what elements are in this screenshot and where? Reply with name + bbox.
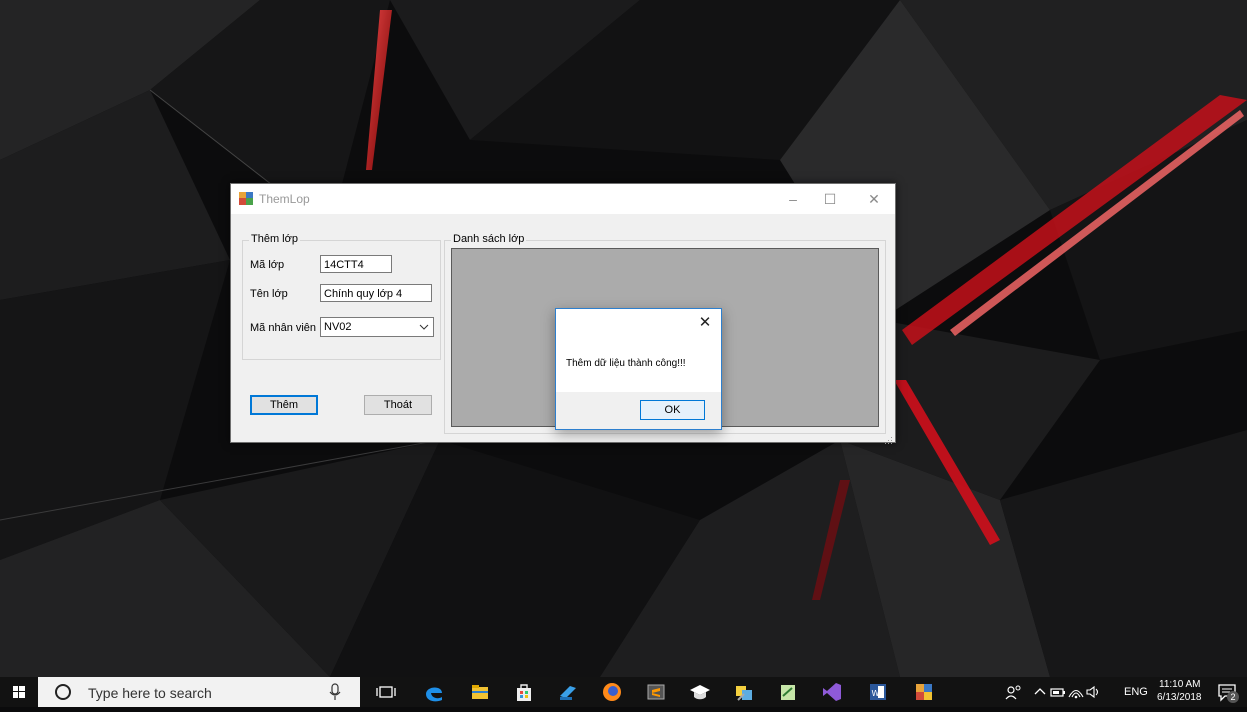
volume-icon[interactable] xyxy=(1082,680,1106,704)
minimize-icon[interactable]: – xyxy=(778,184,808,214)
graduation-cap-icon[interactable] xyxy=(688,680,712,704)
microphone-icon[interactable] xyxy=(328,683,342,706)
people-icon[interactable] xyxy=(1002,680,1026,704)
group-danh-sach-legend: Danh sách lớp xyxy=(451,233,527,245)
window-title: ThemLop xyxy=(259,192,310,206)
file-explorer-icon[interactable] xyxy=(468,680,492,704)
search-box[interactable]: Type here to search xyxy=(38,677,360,707)
them-button[interactable]: Thêm xyxy=(250,395,318,415)
taskbar: Type here to search W ENG 11:10 AM 6/13/… xyxy=(0,677,1247,707)
svg-text:W: W xyxy=(872,689,880,698)
maximize-icon[interactable]: ☐ xyxy=(815,184,845,214)
app-icon xyxy=(239,192,253,205)
window-titlebar[interactable]: ThemLop – ☐ ✕ xyxy=(231,184,895,214)
cortana-icon xyxy=(54,683,72,706)
visual-studio-icon[interactable] xyxy=(820,680,844,704)
colorful-app-icon[interactable] xyxy=(912,680,936,704)
ma-nhan-vien-combobox[interactable]: NV02 xyxy=(320,317,434,337)
clock-date[interactable]: 6/13/2018 xyxy=(1157,692,1202,703)
ma-lop-input[interactable]: 14CTT4 xyxy=(320,255,392,273)
tools-icon[interactable] xyxy=(732,680,756,704)
message-box: ✕ Thêm dữ liệu thành công!!! OK xyxy=(555,308,722,430)
message-text: Thêm dữ liệu thành công!!! xyxy=(566,358,686,369)
windows-start-icon[interactable] xyxy=(0,677,38,707)
notification-count: 2 xyxy=(1227,691,1239,703)
task-view-icon[interactable] xyxy=(374,680,398,704)
sublime-icon[interactable] xyxy=(644,680,668,704)
ten-lop-label: Tên lớp xyxy=(250,288,288,300)
notepad-icon[interactable] xyxy=(776,680,800,704)
firefox-icon[interactable] xyxy=(600,680,624,704)
notification-icon[interactable]: 2 xyxy=(1215,680,1239,704)
language-indicator[interactable]: ENG xyxy=(1124,686,1148,698)
close-icon[interactable]: ✕ xyxy=(859,184,889,214)
word-icon[interactable]: W xyxy=(866,680,890,704)
group-them-lop-legend: Thêm lớp xyxy=(249,233,300,245)
ok-button[interactable]: OK xyxy=(640,400,705,420)
close-icon[interactable]: ✕ xyxy=(695,313,715,333)
ma-lop-label: Mã lớp xyxy=(250,259,285,271)
message-box-body: ✕ Thêm dữ liệu thành công!!! xyxy=(556,309,721,392)
search-placeholder: Type here to search xyxy=(88,685,212,701)
chevron-down-icon[interactable] xyxy=(419,318,429,336)
ma-nhan-vien-value: NV02 xyxy=(324,321,352,333)
store-icon[interactable] xyxy=(512,680,536,704)
ten-lop-input[interactable]: Chính quy lớp 4 xyxy=(320,284,432,302)
resize-grip-icon[interactable] xyxy=(885,432,893,444)
deploy-icon[interactable] xyxy=(556,680,580,704)
clock-time[interactable]: 11:10 AM xyxy=(1159,679,1201,690)
ma-nhan-vien-label: Mã nhân viên xyxy=(250,322,317,334)
thoat-button[interactable]: Thoát xyxy=(364,395,432,415)
edge-icon[interactable] xyxy=(422,680,446,704)
